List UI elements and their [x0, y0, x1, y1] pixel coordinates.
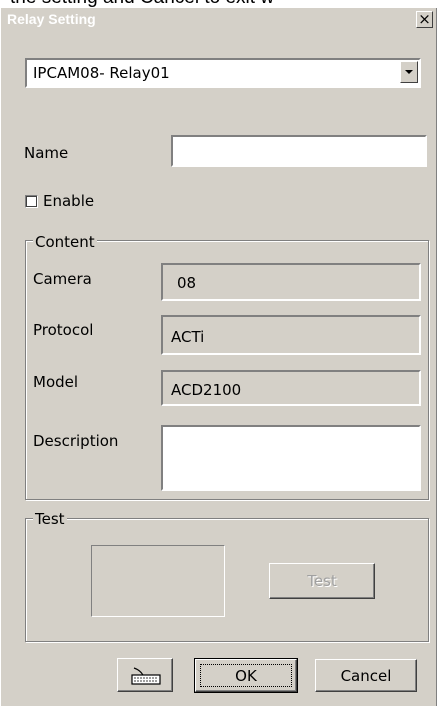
content-group-title: Content [33, 233, 97, 251]
keyboard-icon [131, 667, 161, 685]
cancel-label: Cancel [340, 667, 392, 685]
model-label: Model [33, 373, 79, 391]
enable-checkbox[interactable] [25, 195, 38, 208]
enable-label[interactable]: Enable [43, 192, 94, 210]
name-label: Name [24, 144, 69, 162]
camera-value: 08 [177, 274, 197, 292]
description-field[interactable] [161, 425, 421, 491]
relay-select[interactable]: IPCAM08- Relay01 [25, 58, 421, 88]
model-value: ACD2100 [171, 381, 242, 399]
protocol-field: ACTi [161, 315, 421, 355]
close-icon: × [418, 10, 431, 28]
relay-setting-dialog: Relay Setting × IPCAM08- Relay01 Name En… [0, 8, 437, 706]
title-bar: Relay Setting × [1, 8, 436, 32]
camera-field: 08 [161, 263, 421, 301]
chevron-down-icon[interactable] [400, 61, 418, 83]
test-preview-box [91, 545, 225, 617]
description-label: Description [33, 432, 119, 450]
protocol-value: ACTi [171, 328, 205, 346]
close-button[interactable]: × [416, 11, 433, 28]
test-button-label: Test [307, 572, 337, 590]
name-field[interactable] [171, 135, 427, 167]
camera-label: Camera [33, 270, 92, 288]
relay-select-value: IPCAM08- Relay01 [33, 64, 170, 82]
protocol-label: Protocol [33, 321, 94, 339]
background-document-text: the setting and Cancel to exit w [10, 0, 274, 8]
ok-button[interactable]: OK [194, 658, 298, 693]
test-button[interactable]: Test [269, 563, 375, 599]
model-field: ACD2100 [161, 370, 421, 406]
dialog-title: Relay Setting [7, 11, 96, 27]
keyboard-button[interactable] [117, 658, 173, 692]
ok-focus-rect [200, 664, 292, 687]
cancel-button[interactable]: Cancel [315, 659, 417, 692]
background-document-strip: the setting and Cancel to exit w [0, 0, 437, 8]
test-group-title: Test [33, 510, 67, 528]
